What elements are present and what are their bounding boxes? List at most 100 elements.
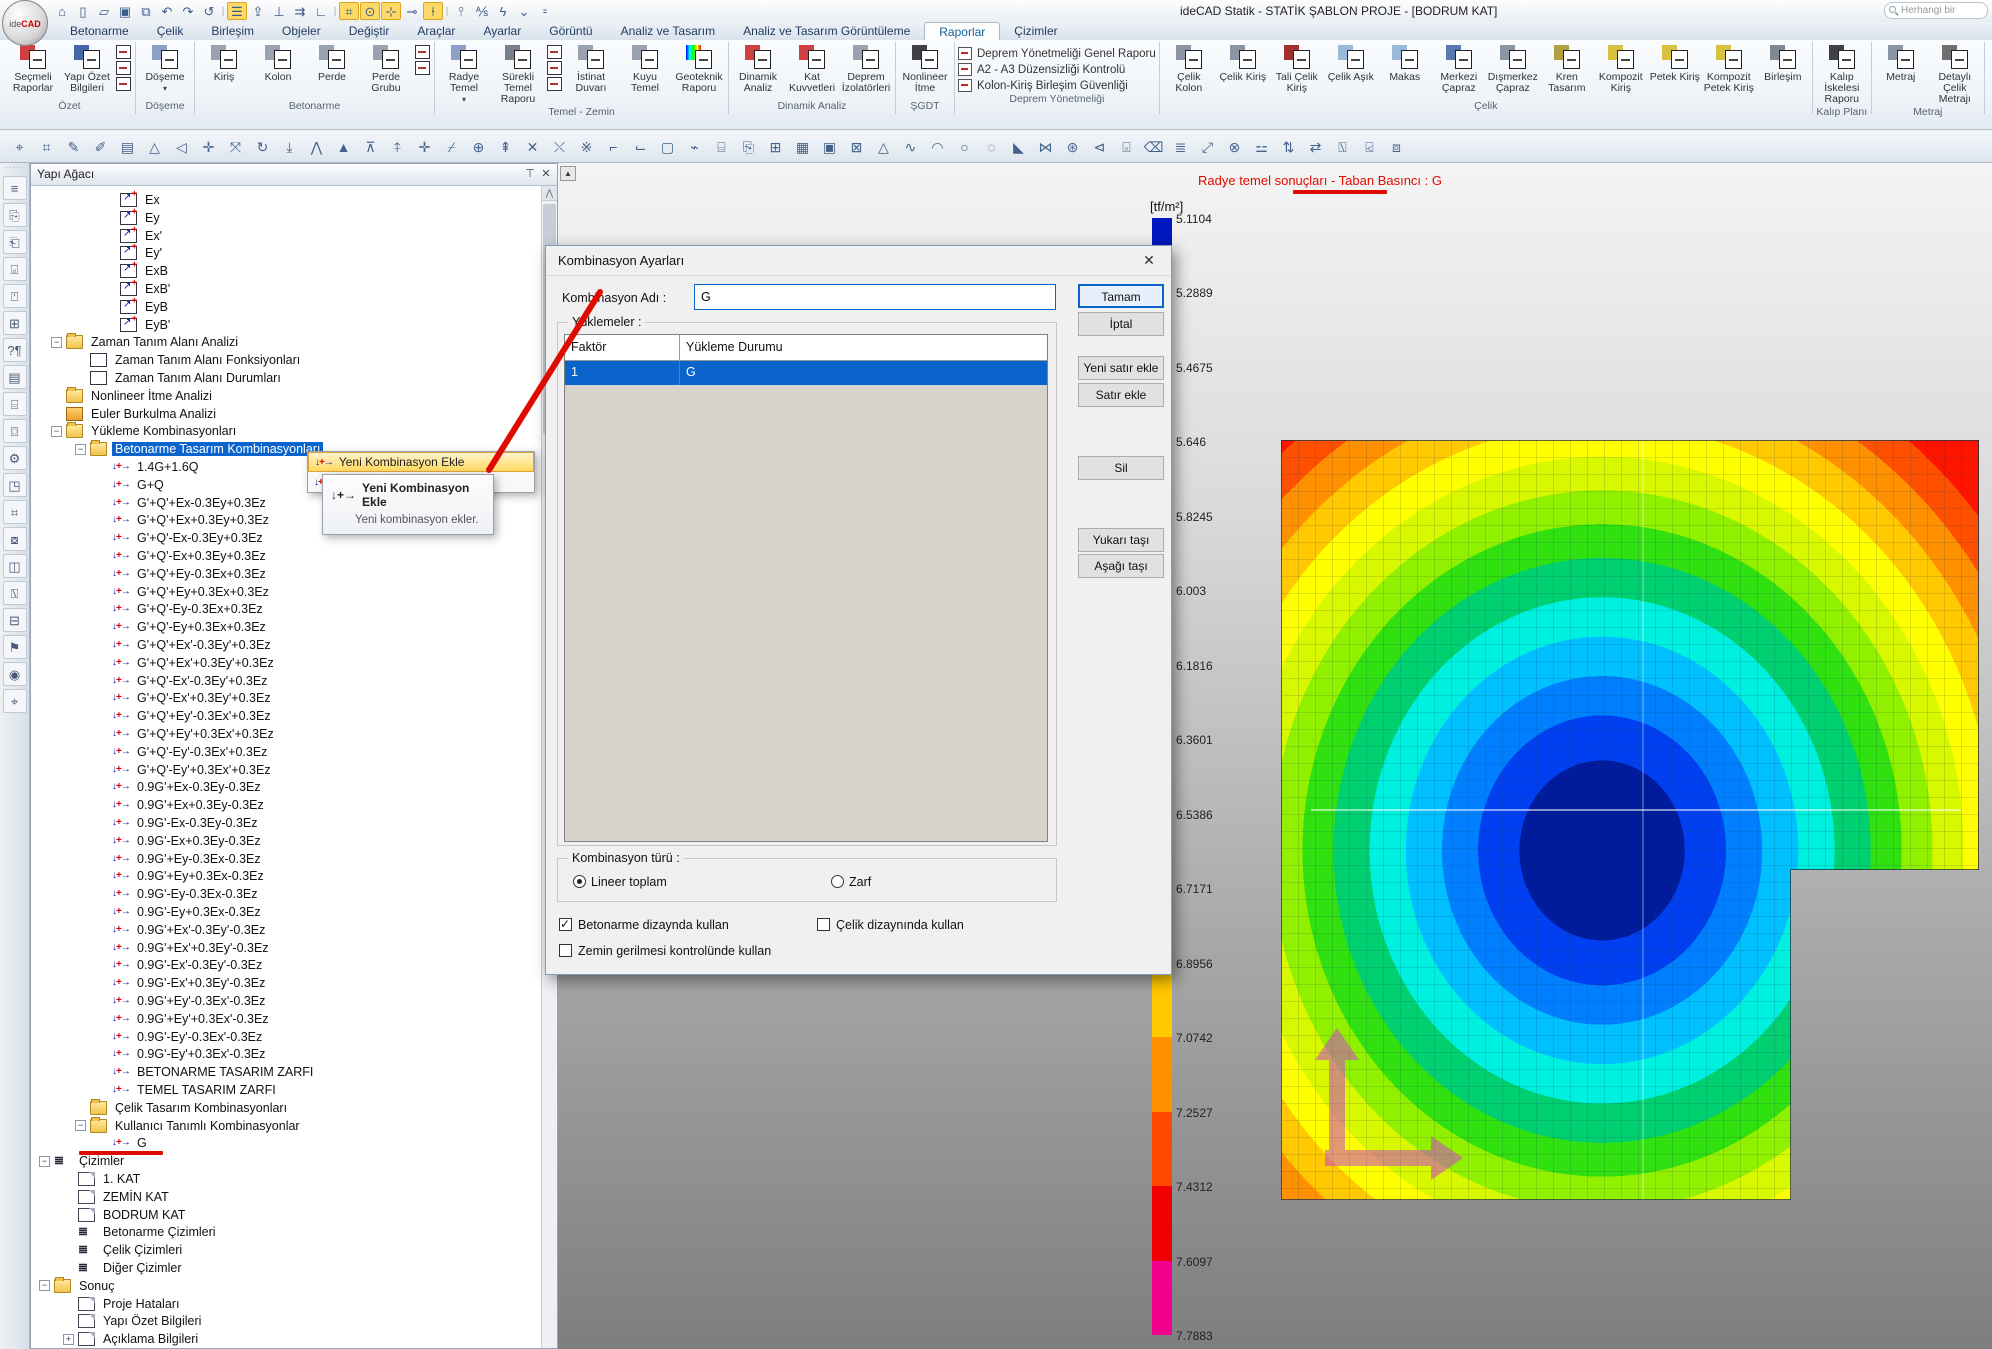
draw-tool-icon-25[interactable]: ⌁: [681, 135, 708, 159]
cancel-button[interactable]: İptal: [1078, 312, 1164, 336]
ribbon-item-petek-kiriş[interactable]: Petek Kiriş: [1649, 42, 1701, 83]
draw-tool-icon-19[interactable]: ✕: [519, 135, 546, 159]
ribbon-row-item[interactable]: A2 - A3 Düzensizliği Kontrolü: [958, 63, 1156, 76]
draw-tool-icon-48[interactable]: ⇄: [1302, 135, 1329, 159]
side-tool-icon-1[interactable]: ⎘: [3, 203, 27, 227]
tree-item-proje-hataları[interactable]: Proje Hataları: [63, 1295, 182, 1313]
tree-item-exb[interactable]: ExB: [105, 262, 171, 280]
dialog-close-icon[interactable]: ✕: [1129, 246, 1169, 275]
draw-tool-icon-26[interactable]: ⌸: [708, 135, 735, 159]
tree-item-betonarme-tasarım-kombinasyonları[interactable]: −Betonarme Tasarım Kombinasyonları: [75, 440, 323, 458]
draw-tool-icon-38[interactable]: ⋈: [1032, 135, 1059, 159]
ribbon-item-kolon[interactable]: Kolon: [252, 42, 304, 83]
checkbox-soil-stress[interactable]: Zemin gerilmesi kontrolünde kullan: [559, 944, 771, 958]
grid-icon[interactable]: ⌗: [339, 2, 359, 20]
tree-item-yükleme-kombinasyonları[interactable]: −Yükleme Kombinasyonları: [51, 422, 239, 440]
draw-tool-icon-32[interactable]: △: [870, 135, 897, 159]
side-tool-icon-14[interactable]: ◫: [3, 554, 27, 578]
ribbon-item-perde-grubu[interactable]: Perde Grubu: [360, 42, 412, 94]
tree-item-g'+q'-ex-0.3ey+0.3ez[interactable]: ↓+→G'+Q'-Ex-0.3Ey+0.3Ez: [97, 529, 266, 547]
radio-linear-sum[interactable]: Lineer toplam: [573, 875, 667, 889]
tree-item-zaman-tanım-alanı-durumları[interactable]: Zaman Tanım Alanı Durumları: [75, 369, 284, 387]
tree-item-çelik-çizimleri[interactable]: ≣Çelik Çizimleri: [63, 1241, 185, 1259]
draw-tool-icon-27[interactable]: ⎘: [735, 135, 762, 159]
small-report-icon[interactable]: [415, 45, 430, 59]
tree-item-zemi-n-kat[interactable]: ZEMİN KAT: [63, 1188, 172, 1206]
tree-item-betonarme-çizimleri[interactable]: ≣Betonarme Çizimleri: [63, 1223, 219, 1241]
tree-item-0.9g'-ex'-0.3ey'-0.3ez[interactable]: ↓+→0.9G'-Ex'-0.3Ey'-0.3Ez: [97, 956, 265, 974]
tree-item-g'+q'-ey+0.3ex+0.3ez[interactable]: ↓+→G'+Q'-Ey+0.3Ex+0.3Ez: [97, 618, 269, 636]
tree-item-bodrum-kat[interactable]: BODRUM KAT: [63, 1206, 188, 1224]
tree-item-diğer-çizimler[interactable]: ≣Diğer Çizimler: [63, 1259, 184, 1277]
ribbon-item-radye-temel[interactable]: Radye Temel▾: [438, 42, 490, 105]
tree-item-0.9g'-ex+0.3ey-0.3ez[interactable]: ↓+→0.9G'-Ex+0.3Ey-0.3Ez: [97, 832, 264, 850]
menu-analiz-ve-tasar-m[interactable]: Analiz ve Tasarım: [607, 22, 729, 40]
tree-item-0.9g'-ey'-0.3ex'-0.3ez[interactable]: ↓+→0.9G'-Ey'-0.3Ex'-0.3Ez: [97, 1028, 265, 1046]
draw-tool-icon-49[interactable]: ⍂: [1329, 135, 1356, 159]
ribbon-item-kalıp-i-skelesi-raporu[interactable]: Kalıp İskelesi Raporu: [1816, 42, 1868, 105]
osnap-icon[interactable]: ⊙: [360, 2, 380, 20]
revert-icon[interactable]: ↺: [199, 2, 219, 20]
small-report-icon[interactable]: [116, 61, 131, 75]
pin-icon[interactable]: ⊤: [523, 167, 537, 180]
draw-tool-icon-28[interactable]: ⊞: [762, 135, 789, 159]
ribbon-item-nonlineer-i-tme[interactable]: Nonlineer İtme: [899, 42, 951, 94]
tree-item-çelik-tasarım-kombinasyonları[interactable]: Çelik Tasarım Kombinasyonları: [75, 1099, 290, 1117]
ribbon-row-item[interactable]: Deprem Yönetmeliği Genel Raporu: [958, 47, 1156, 60]
side-tool-icon-12[interactable]: ⌗: [3, 500, 27, 524]
draw-tool-icon-24[interactable]: ▢: [654, 135, 681, 159]
expand-icon[interactable]: +: [63, 1334, 74, 1345]
draw-tool-icon-16[interactable]: ⌿: [438, 135, 465, 159]
ribbon-item-çelik-aşık[interactable]: Çelik Aşık: [1325, 42, 1377, 83]
draw-tool-icon-22[interactable]: ⌐: [600, 135, 627, 159]
side-tool-icon-2[interactable]: ⎗: [3, 230, 27, 254]
ribbon-item-kuyu-temel[interactable]: Kuyu Temel: [619, 42, 671, 94]
ribbon-item-kompozit-kiriş[interactable]: Kompozit Kiriş: [1595, 42, 1647, 94]
small-report-icon[interactable]: [116, 77, 131, 91]
new-row-button[interactable]: Yeni satır ekle: [1078, 356, 1164, 380]
tree-item-0.9g'+ey'+0.3ex'-0.3ez[interactable]: ↓+→0.9G'+Ey'+0.3Ex'-0.3Ez: [97, 1010, 272, 1028]
draw-tool-icon-14[interactable]: ⍏: [384, 135, 411, 159]
ribbon-item-yapı-özet-bilgileri[interactable]: Yapı Özet Bilgileri: [61, 42, 113, 94]
side-tool-icon-7[interactable]: ▤: [3, 365, 27, 389]
delete-button[interactable]: Sil: [1078, 456, 1164, 480]
side-tool-icon-16[interactable]: ⊟: [3, 608, 27, 632]
draw-tool-icon-6[interactable]: ◁: [168, 135, 195, 159]
tree-item-0.9g'+ey+0.3ex-0.3ez[interactable]: ↓+→0.9G'+Ey+0.3Ex-0.3Ez: [97, 867, 267, 885]
draw-tool-icon-31[interactable]: ⊠: [843, 135, 870, 159]
draw-tool-icon-44[interactable]: ⤢: [1194, 135, 1221, 159]
tree-item-eyb[interactable]: EyB: [105, 298, 171, 316]
tree-item-g'+q'+ex'-0.3ey'+0.3ez[interactable]: ↓+→G'+Q'+Ex'-0.3Ey'+0.3Ez: [97, 636, 274, 654]
fem-contour-plot[interactable]: [1281, 440, 1979, 1200]
collapse-icon[interactable]: −: [75, 1120, 86, 1131]
draw-tool-icon-17[interactable]: ⊕: [465, 135, 492, 159]
ribbon-item-kren-tasarım[interactable]: Kren Tasarım: [1541, 42, 1593, 94]
draw-tool-icon-39[interactable]: ⊛: [1059, 135, 1086, 159]
draw-tool-icon-46[interactable]: ⚍: [1248, 135, 1275, 159]
side-tool-icon-8[interactable]: ⌸: [3, 392, 27, 416]
draw-tool-icon-30[interactable]: ▣: [816, 135, 843, 159]
side-tool-icon-0[interactable]: ≡: [3, 176, 27, 200]
close-icon[interactable]: ✕: [539, 167, 553, 180]
draw-tool-icon-51[interactable]: ⧈: [1383, 135, 1410, 159]
draw-tool-icon-43[interactable]: ≣: [1167, 135, 1194, 159]
radio-envelope[interactable]: Zarf: [831, 875, 871, 889]
side-tool-icon-5[interactable]: ⊞: [3, 311, 27, 335]
draw-tool-icon-7[interactable]: ✛: [195, 135, 222, 159]
tree-item-betonarme-tasarim-zarfi[interactable]: ↓+→BETONARME TASARIM ZARFI: [97, 1063, 316, 1081]
tree-item-sonuç[interactable]: −Sonuç: [39, 1277, 117, 1295]
side-tool-icon-3[interactable]: ⌻: [3, 257, 27, 281]
collapse-icon[interactable]: −: [51, 426, 62, 437]
draw-tool-icon-4[interactable]: ▤: [114, 135, 141, 159]
tree-item-çizimler[interactable]: −≣Çizimler: [39, 1152, 127, 1170]
draw-tool-icon-40[interactable]: ⊲: [1086, 135, 1113, 159]
ribbon-item-dışmerkez-çapraz[interactable]: Dışmerkez Çapraz: [1487, 42, 1539, 94]
collapse-icon[interactable]: −: [51, 337, 62, 348]
side-tool-icon-18[interactable]: ◉: [3, 662, 27, 686]
draw-tool-icon-9[interactable]: ↻: [249, 135, 276, 159]
menu--elik[interactable]: Çelik: [143, 22, 198, 40]
small-report-icon[interactable]: [547, 77, 562, 91]
side-tool-icon-4[interactable]: ⍞: [3, 284, 27, 308]
draw-tool-icon-10[interactable]: ⤓: [276, 135, 303, 159]
menu-objeler[interactable]: Objeler: [268, 22, 335, 40]
